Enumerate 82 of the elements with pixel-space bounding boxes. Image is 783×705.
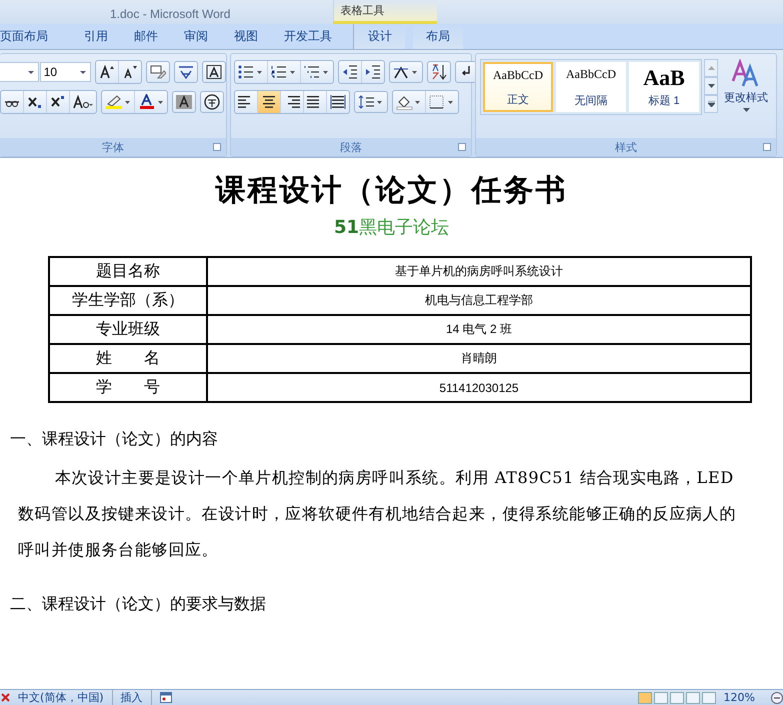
table-cell: 学生学部（系）: [49, 286, 207, 315]
align-center-button[interactable]: [258, 91, 281, 113]
style-item[interactable]: AaB 标题 1: [629, 62, 699, 112]
show-marks-button[interactable]: [455, 61, 477, 83]
section-heading: 一、课程设计（论文）的内容: [10, 429, 219, 450]
group-label: 段落: [340, 140, 362, 154]
table-cell: 题目名称: [49, 257, 207, 286]
paint-bucket-icon: [396, 94, 422, 110]
bullet-list-icon: [238, 65, 264, 79]
multilevel-list-icon: [304, 65, 330, 79]
borders-icon: [429, 95, 455, 109]
language-indicator[interactable]: 中文(简体，中国): [18, 690, 113, 705]
table-cell: 基于单片机的病房呼叫系统设计: [207, 257, 751, 286]
subscript-icon: [27, 95, 43, 109]
group-label: 字体: [102, 140, 124, 154]
ribbon-tab[interactable]: 引用: [71, 24, 121, 49]
highlighter-icon: [105, 94, 131, 110]
table-cell: 机电与信息工程学部: [207, 286, 751, 315]
document-subtitle: 51黑电子论坛: [332, 216, 450, 239]
table-cell: 511412030125: [207, 373, 751, 402]
phonetic-guide-button[interactable]: [174, 61, 198, 83]
style-item[interactable]: AaBbCcD 正文: [483, 62, 553, 112]
document-title: 课程设计（论文）任务书: [214, 172, 568, 210]
ribbon-tab[interactable]: 邮件: [121, 24, 171, 49]
ribbon-tab[interactable]: 开发工具: [271, 24, 345, 49]
down-arrow-icon: [708, 84, 714, 88]
sort-button[interactable]: [427, 61, 451, 83]
style-item[interactable]: AaBbCcD 无间隔: [556, 62, 626, 112]
table-cell: 专业班级: [49, 315, 207, 344]
shrink-font-icon: [122, 65, 138, 79]
change-case-icon: [73, 95, 93, 109]
character-shading-button[interactable]: [172, 91, 196, 113]
ribbon-tab[interactable]: 页面布局: [0, 24, 61, 49]
macro-record-icon[interactable]: [160, 692, 172, 703]
insert-mode-indicator[interactable]: 插入: [120, 690, 152, 705]
eraser-icon: [150, 65, 166, 79]
sort-icon: [431, 64, 447, 80]
table-cell: 14 电气 2 班: [207, 315, 751, 344]
styles-icon: [731, 59, 761, 87]
numbered-list-icon: [271, 65, 297, 79]
expand-icon: [708, 101, 714, 107]
superscript-icon: [50, 95, 66, 109]
line-spacing-icon: [358, 95, 384, 109]
asian-layout-button[interactable]: [389, 61, 423, 83]
ribbon-tab[interactable]: 审阅: [171, 24, 221, 49]
align-center-icon: [261, 95, 277, 109]
align-justify-button[interactable]: [304, 91, 327, 113]
line-spacing-button[interactable]: [354, 91, 388, 113]
zoom-level[interactable]: 120%: [724, 691, 763, 704]
dialog-launcher-icon[interactable]: [213, 143, 221, 151]
align-distributed-icon: [330, 95, 346, 109]
scroll-down-button[interactable]: [704, 77, 718, 95]
dialog-launcher-icon[interactable]: [458, 143, 466, 151]
caret-icon: [742, 108, 750, 112]
up-arrow-icon: [708, 66, 714, 70]
clear-formatting-button[interactable]: [146, 61, 170, 83]
change-styles-button[interactable]: 更改样式: [720, 59, 772, 112]
character-shading-icon: [176, 95, 192, 109]
section-heading: 二、课程设计（论文）的要求与数据: [10, 594, 267, 615]
window-title: 1.doc - Microsoft Word: [110, 7, 230, 23]
enclosed-character-icon: [204, 94, 220, 110]
dialog-launcher-icon[interactable]: [763, 143, 771, 151]
error-icon[interactable]: [1, 693, 10, 702]
increase-indent-icon: [365, 65, 381, 79]
font-color-icon: [138, 94, 164, 110]
ribbon-tab[interactable]: 视图: [221, 24, 271, 49]
zoom-out-icon[interactable]: [771, 692, 783, 704]
more-button[interactable]: [704, 95, 718, 113]
font-name-field[interactable]: [0, 62, 39, 82]
decrease-indent-icon: [342, 65, 358, 79]
grow-font-icon: [99, 65, 115, 79]
group-label: 样式: [615, 140, 637, 154]
character-border-button[interactable]: [202, 61, 226, 83]
enclose-characters-button[interactable]: [200, 91, 224, 113]
font-size-field[interactable]: 10: [40, 62, 91, 82]
character-border-icon: [206, 65, 222, 79]
ribbon-tab[interactable]: 设计: [353, 24, 405, 49]
table-cell: 姓 名: [49, 344, 207, 373]
table-cell: 肖晴朗: [207, 344, 751, 373]
body-paragraph: 本次设计主要是设计一个单片机控制的病房呼叫系统。利用 AT89C51 结合现实电路，LED 数码管以及按键来设计。在设计时，应将软硬件有机地结合起来，使得系统能够正确的反应病人的呼叫并使服务台能够回应。: [18, 467, 738, 561]
context-tab-group-label: 表格工具: [333, 0, 438, 24]
table-cell: 学 号: [49, 373, 207, 402]
